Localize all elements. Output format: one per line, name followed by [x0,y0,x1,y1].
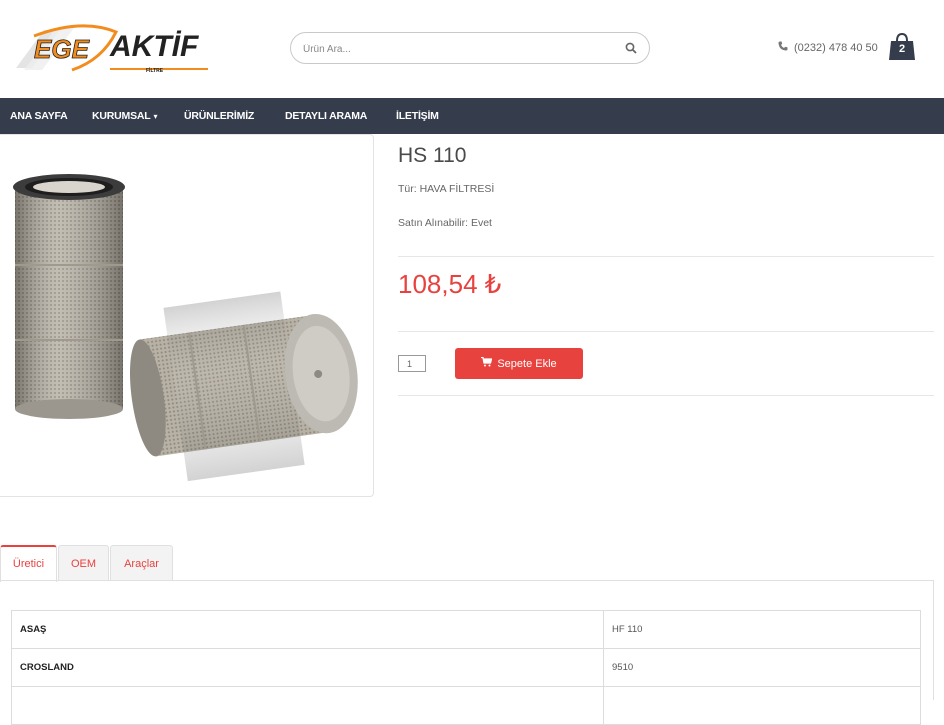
nav-item-contact[interactable]: İLETİŞİM [396,98,439,134]
product-availability: Satın Alınabilir: Evet [398,217,492,229]
cart-button[interactable]: 2 [888,32,916,62]
tab-manufacturer[interactable]: Üretici [0,545,57,582]
search-icon[interactable] [625,41,639,55]
table-row: ASAŞ HF 110 [11,610,921,649]
product-type: Tür: HAVA FİLTRESİ [398,183,495,195]
cart-icon [481,356,493,370]
main-nav: ANA SAYFA KURUMSAL ▾ ÜRÜNLERİMİZ DETAYLI … [0,98,944,134]
manufacturer-table: ASAŞ HF 110 CROSLAND 9510 [11,610,921,725]
manufacturer-name: ASAŞ [11,610,604,649]
manufacturer-code: HF 110 [603,610,921,649]
tab-vehicles[interactable]: Araçlar [110,545,173,581]
nav-item-home[interactable]: ANA SAYFA [10,98,68,134]
phone-icon [778,41,788,54]
divider [398,256,934,257]
ege-aktif-logo[interactable]: EGE AKTİF FİLTRE [12,22,217,74]
svg-text:AKTİF: AKTİF [109,30,199,63]
add-to-cart-label: Sepete Ekle [497,357,557,370]
product-image[interactable] [0,134,374,497]
nav-item-corporate[interactable]: KURUMSAL ▾ [92,98,158,134]
chevron-down-icon: ▾ [153,112,158,121]
product-title: HS 110 [398,144,467,167]
divider [398,395,934,396]
tab-oem[interactable]: OEM [58,545,109,581]
nav-item-products[interactable]: ÜRÜNLERİMİZ [184,98,254,134]
site-header: EGE AKTİF FİLTRE (0232) 478 40 50 2 [0,0,944,98]
manufacturer-code [603,686,921,725]
table-row: CROSLAND 9510 [11,648,921,687]
cart-count-badge: 2 [898,43,906,55]
nav-item-detailed-search[interactable]: DETAYLI ARAMA [285,98,367,134]
manufacturer-name [11,686,604,725]
search-box [290,32,650,64]
table-row [11,686,921,725]
svg-text:FİLTRE: FİLTRE [146,67,164,74]
quantity-input[interactable] [398,355,426,372]
search-input[interactable] [303,40,603,58]
phone-contact[interactable]: (0232) 478 40 50 [778,41,878,54]
manufacturer-code: 9510 [603,648,921,687]
manufacturer-name: CROSLAND [11,648,604,687]
phone-number: (0232) 478 40 50 [794,41,878,54]
add-to-cart-button[interactable]: Sepete Ekle [455,348,583,379]
nav-item-corporate-label: KURUMSAL [92,110,151,122]
divider [398,331,934,332]
svg-text:EGE: EGE [34,34,90,64]
product-price: 108,54 ₺ [398,269,502,299]
